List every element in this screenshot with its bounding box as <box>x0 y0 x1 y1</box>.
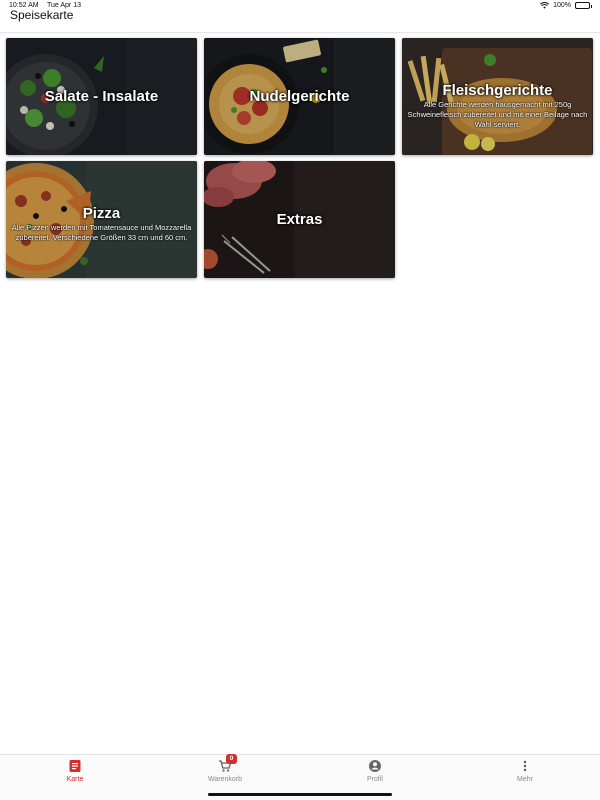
category-card-nudelgerichte[interactable]: Nudelgerichte <box>204 38 395 155</box>
more-icon <box>523 760 527 772</box>
category-title: Salate - Insalate <box>44 88 159 105</box>
tab-label: Warenkorb <box>208 776 242 783</box>
tab-label: Mehr <box>517 776 533 783</box>
category-card-pizza[interactable]: Pizza Alle Pizzen werden mit Tomatensauc… <box>6 161 197 278</box>
category-title: Pizza <box>82 205 121 222</box>
tab-bar: Karte 0 Warenkorb Profil Mehr <box>0 754 600 800</box>
tab-karte[interactable]: Karte <box>0 755 150 800</box>
tab-mehr[interactable]: Mehr <box>450 755 600 800</box>
status-indicators: 100% <box>540 2 592 9</box>
category-description: Alle Gerichte werden hausgemacht mit 250… <box>407 100 588 129</box>
menu-icon <box>69 760 81 772</box>
header-divider <box>0 32 600 33</box>
profile-icon <box>369 760 381 772</box>
home-indicator <box>208 793 392 796</box>
app-screen: 10:52 AM Tue Apr 13 100% Speisekarte Sal… <box>0 0 600 800</box>
tab-label: Profil <box>367 776 383 783</box>
category-card-extras[interactable]: Extras <box>204 161 395 278</box>
category-grid: Salate - Insalate Nudelgerichte Fleischg… <box>6 38 594 278</box>
category-title: Extras <box>276 211 323 228</box>
category-title: Nudelgerichte <box>249 88 350 105</box>
category-card-salate[interactable]: Salate - Insalate <box>6 38 197 155</box>
cart-count-badge: 0 <box>226 754 237 764</box>
tab-label: Karte <box>66 776 84 783</box>
wifi-icon <box>540 2 550 9</box>
battery-percent: 100% <box>553 2 571 9</box>
category-title: Fleischgerichte <box>442 82 553 99</box>
page-title: Speisekarte <box>10 8 74 22</box>
category-card-fleischgerichte[interactable]: Fleischgerichte Alle Gerichte werden hau… <box>402 38 593 155</box>
status-bar: 10:52 AM Tue Apr 13 100% <box>0 0 600 12</box>
battery-icon <box>575 2 592 9</box>
category-description: Alle Pizzen werden mit Tomatensauce und … <box>11 223 192 242</box>
